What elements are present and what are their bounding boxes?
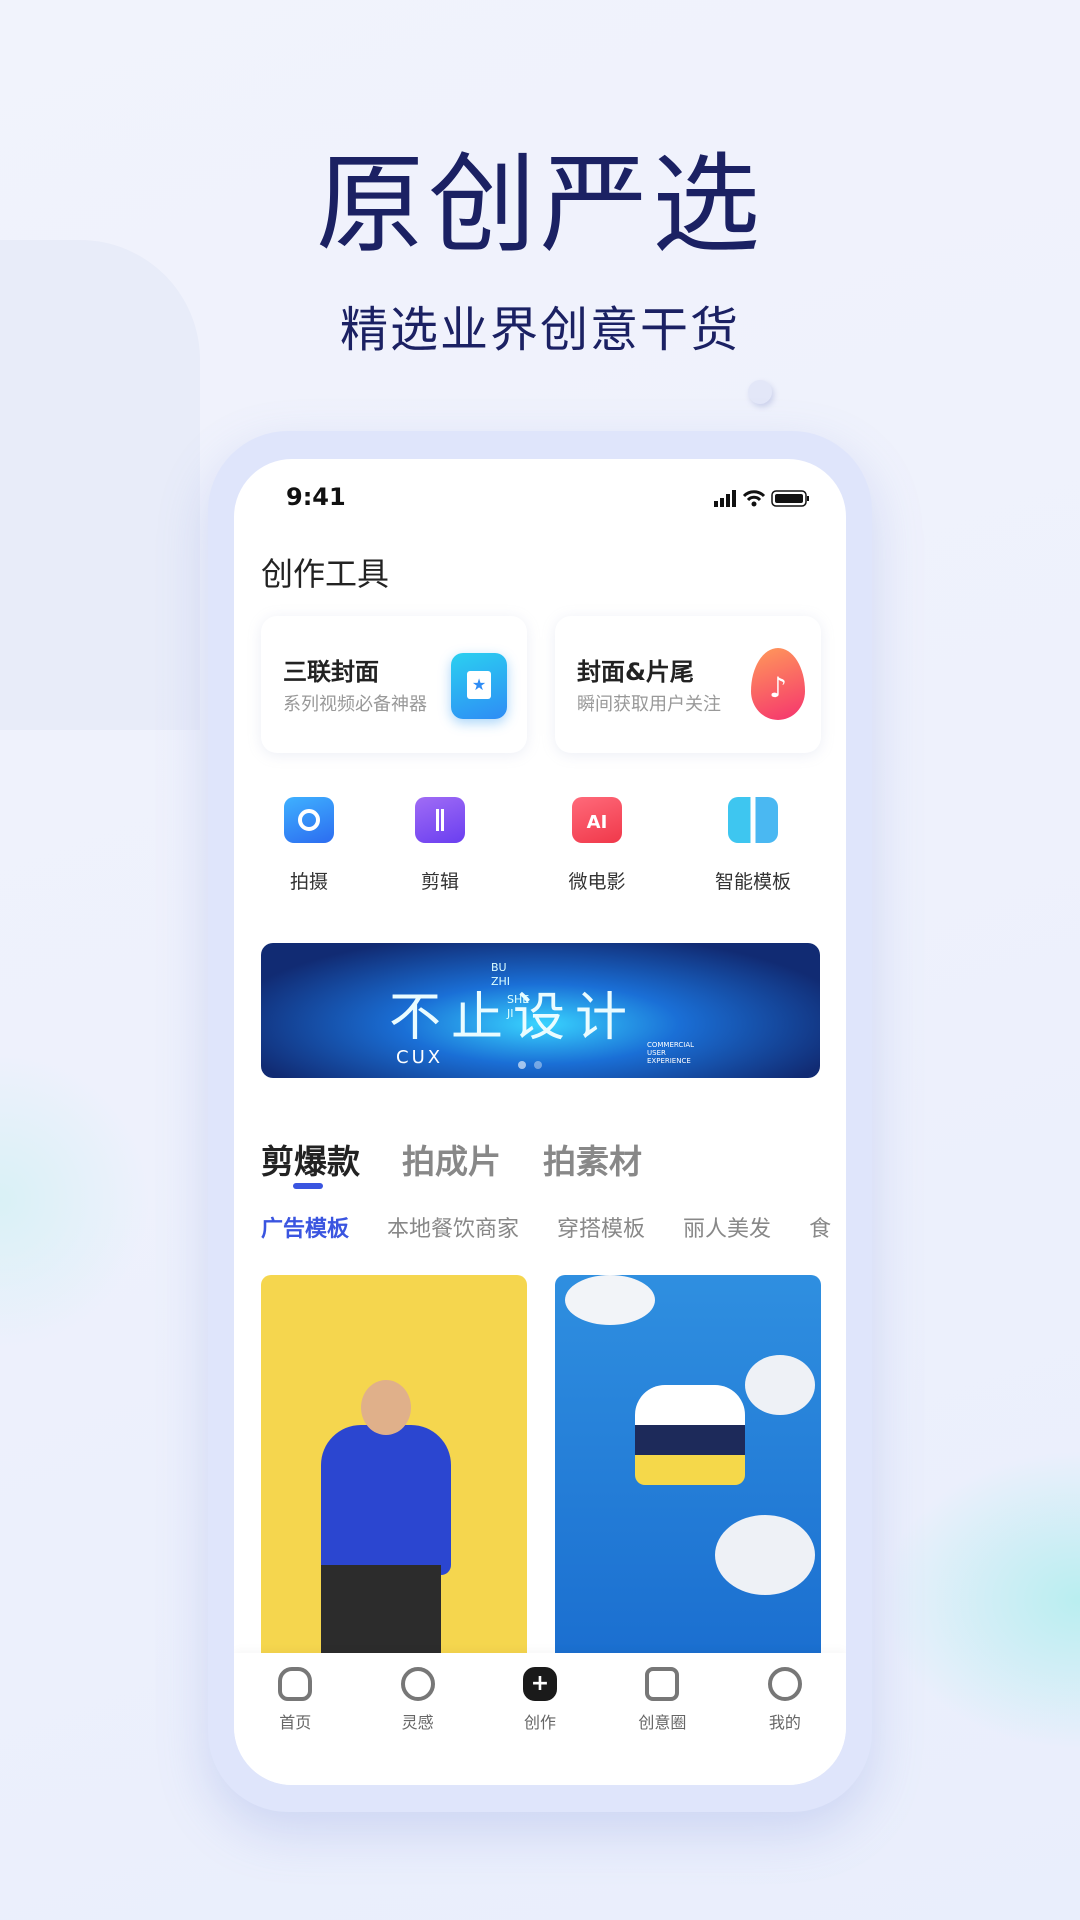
cloud — [565, 1275, 655, 1325]
nav-label: 创作 — [524, 1713, 557, 1732]
banner-logo: CUX — [396, 1047, 444, 1068]
triptych-cover-icon: ★ — [451, 653, 507, 719]
person-legs — [321, 1565, 441, 1655]
ai-movie-icon: AI — [572, 797, 622, 843]
battery-icon — [771, 490, 809, 507]
category-outfit[interactable]: 穿搭模板 — [557, 1211, 645, 1243]
hero-subtitle: 精选业界创意干货 — [339, 302, 740, 358]
banner-pinyin: SHE — [507, 993, 530, 1006]
nav-label: 灵感 — [401, 1713, 434, 1732]
person-figure — [635, 1385, 745, 1485]
wifi-icon — [742, 490, 766, 507]
plus-icon: + — [523, 1667, 558, 1701]
category-beauty-hair[interactable]: 丽人美发 — [683, 1211, 771, 1243]
cloud — [745, 1355, 815, 1415]
phone-screen: 9:41 创作工具 三联封面 系列视频必备神器 ★ 封面&片尾 瞬间获取用户关注… — [234, 459, 846, 1785]
compass-icon — [400, 1667, 435, 1701]
category-local-dining[interactable]: 本地餐饮商家 — [387, 1211, 519, 1243]
template-thumbnail[interactable] — [555, 1275, 821, 1655]
tool-edit[interactable]: 剪辑 — [365, 797, 515, 894]
edit-clip-icon — [415, 797, 465, 843]
card-subtitle: 系列视频必备神器 — [283, 694, 427, 715]
cloud — [715, 1515, 815, 1595]
tool-label: 拍摄 — [289, 871, 328, 893]
banner-pinyin: ZHI — [491, 975, 511, 988]
camera-icon — [284, 797, 334, 843]
active-tab-indicator — [293, 1183, 323, 1189]
home-icon — [278, 1667, 313, 1701]
tab-shoot-material[interactable]: 拍素材 — [543, 1135, 642, 1183]
nav-home[interactable]: 首页 — [234, 1653, 356, 1785]
chat-icon — [645, 1667, 680, 1701]
banner-tagline: COMMERCIAL USER EXPERIENCE — [647, 1041, 695, 1065]
card-title: 封面&片尾 — [577, 658, 694, 686]
nav-creative-circle[interactable]: 创意圈 — [601, 1653, 723, 1785]
card-cover-ending[interactable]: 封面&片尾 瞬间获取用户关注 ♪ — [555, 616, 821, 753]
nav-label: 创意圈 — [638, 1713, 687, 1732]
tool-label: 智能模板 — [714, 871, 791, 893]
flame-tiktok-icon: ♪ — [751, 648, 805, 720]
category-tabs: 广告模板 本地餐饮商家 穿搭模板 丽人美发 食 — [261, 1211, 831, 1243]
nav-label: 首页 — [279, 1713, 312, 1732]
person-head — [361, 1380, 411, 1435]
carousel-dot[interactable] — [534, 1061, 542, 1069]
tool-smart-template[interactable]: 智能模板 — [678, 797, 828, 894]
card-subtitle: 瞬间获取用户关注 — [577, 694, 721, 715]
category-ad-template[interactable]: 广告模板 — [261, 1211, 349, 1243]
card-title: 三联封面 — [283, 658, 379, 686]
tool-label: 微电影 — [568, 871, 626, 893]
nav-create[interactable]: + 创作 — [479, 1653, 601, 1785]
person-figure — [321, 1425, 451, 1575]
hero-title: 原创严选 — [315, 143, 764, 268]
status-time: 9:41 — [286, 483, 346, 511]
card-triptych-cover[interactable]: 三联封面 系列视频必备神器 ★ — [261, 616, 527, 753]
face-icon — [767, 1667, 802, 1701]
decor-glow — [880, 1450, 1080, 1750]
decor-glow — [0, 1050, 150, 1350]
nav-profile[interactable]: 我的 — [724, 1653, 846, 1785]
nav-inspiration[interactable]: 灵感 — [356, 1653, 478, 1785]
smart-template-icon — [728, 797, 778, 843]
status-icons — [714, 490, 809, 507]
category-food[interactable]: 食 — [809, 1211, 831, 1243]
tab-shoot-finished[interactable]: 拍成片 — [402, 1135, 501, 1183]
tool-micro-movie[interactable]: AI 微电影 — [522, 797, 672, 894]
tab-hot-edits[interactable]: 剪爆款 — [261, 1135, 360, 1183]
tool-shoot[interactable]: 拍摄 — [234, 797, 384, 894]
tool-label: 剪辑 — [420, 871, 459, 893]
signal-icon — [714, 490, 736, 507]
carousel-dot[interactable] — [518, 1061, 526, 1069]
nav-label: 我的 — [768, 1713, 801, 1732]
banner-pinyin: JI — [507, 1007, 514, 1020]
section-title: 创作工具 — [261, 555, 390, 593]
decor-dot — [748, 380, 772, 404]
banner-pinyin: BU — [491, 961, 507, 974]
bottom-nav: 首页 灵感 + 创作 创意圈 我的 — [234, 1653, 846, 1785]
content-tabs: 剪爆款 拍成片 拍素材 — [261, 1135, 642, 1183]
promo-banner[interactable]: 不止设计 BU ZHI SHE JI CUX COMMERCIAL USER E… — [261, 943, 820, 1078]
template-thumbnail[interactable] — [261, 1275, 527, 1655]
